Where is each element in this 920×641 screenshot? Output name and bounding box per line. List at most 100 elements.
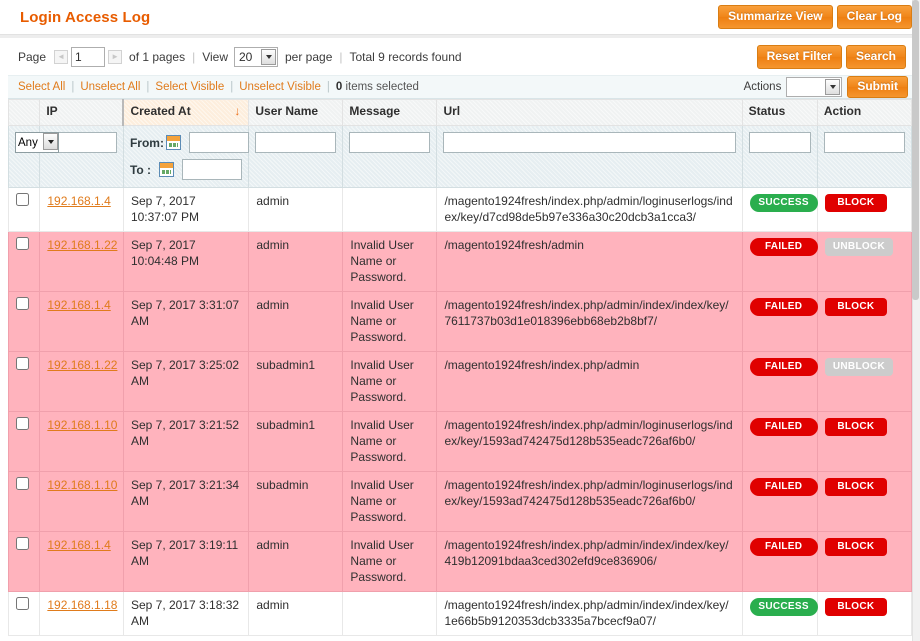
- row-message-cell: Invalid User Name or Password.: [343, 472, 437, 532]
- row-user-name-cell: admin: [249, 188, 343, 232]
- filter-action-input[interactable]: [824, 132, 905, 153]
- column-header-status[interactable]: Status: [742, 100, 817, 126]
- row-select-checkbox[interactable]: [16, 417, 29, 430]
- view-label: View: [202, 50, 228, 64]
- column-header-message[interactable]: Message: [343, 100, 437, 126]
- page-scrollbar[interactable]: [912, 0, 920, 641]
- status-badge: FAILED: [750, 298, 818, 316]
- items-selected-label: items selected: [345, 81, 419, 93]
- filter-status-input[interactable]: [749, 132, 811, 153]
- ip-link[interactable]: 192.168.1.4: [47, 194, 110, 208]
- row-select-checkbox[interactable]: [16, 193, 29, 206]
- select-visible-link[interactable]: Select Visible: [155, 81, 224, 93]
- total-records-label: Total 9 records found: [350, 50, 462, 64]
- massaction-separator-2: |: [146, 81, 149, 93]
- row-ip-cell: 192.168.1.22: [40, 352, 124, 412]
- ip-link[interactable]: 192.168.1.4: [47, 538, 110, 552]
- next-page-button[interactable]: ►: [108, 50, 122, 64]
- row-ip-cell: 192.168.1.18: [40, 592, 124, 636]
- previous-page-button[interactable]: ◄: [54, 50, 68, 64]
- page-label: Page: [18, 50, 46, 64]
- row-ip-cell: 192.168.1.4: [40, 292, 124, 352]
- column-header-created-at[interactable]: ↓Created At: [123, 100, 248, 126]
- row-select-checkbox[interactable]: [16, 537, 29, 550]
- clear-log-button[interactable]: Clear Log: [837, 5, 912, 29]
- filter-cell-status: [742, 126, 817, 188]
- block-button[interactable]: BLOCK: [825, 298, 887, 316]
- view-per-page-select[interactable]: 20: [234, 47, 278, 67]
- page-scrollbar-thumb[interactable]: [912, 0, 919, 300]
- row-select-checkbox[interactable]: [16, 297, 29, 310]
- column-header-action[interactable]: Action: [817, 100, 911, 126]
- unblock-button: UNBLOCK: [825, 238, 893, 256]
- row-url-cell: /magento1924fresh/index.php/admin/index/…: [437, 592, 742, 636]
- row-ip-cell: 192.168.1.4: [40, 188, 124, 232]
- calendar-icon[interactable]: [159, 162, 174, 177]
- row-action-cell: BLOCK: [817, 532, 911, 592]
- ip-link[interactable]: 192.168.1.18: [47, 598, 117, 612]
- any-select-wrapper: Any: [15, 132, 59, 153]
- filter-user-name-input[interactable]: [255, 132, 336, 153]
- filter-date-to-input[interactable]: [182, 159, 242, 180]
- page-input[interactable]: [71, 47, 105, 67]
- block-button[interactable]: BLOCK: [825, 598, 887, 616]
- table-header-row: IP ↓Created At User Name Message Url Sta…: [9, 100, 912, 126]
- table-row[interactable]: 192.168.1.4Sep 7, 2017 3:31:07 AMadminIn…: [9, 292, 912, 352]
- actions-select[interactable]: [786, 77, 842, 97]
- row-status-cell: SUCCESS: [742, 188, 817, 232]
- row-ip-cell: 192.168.1.4: [40, 532, 124, 592]
- unselect-all-link[interactable]: Unselect All: [80, 81, 140, 93]
- items-selected-count: 0: [336, 81, 342, 93]
- filter-cell-action: [817, 126, 911, 188]
- filter-date-to-row: To :: [130, 159, 242, 180]
- row-status-cell: FAILED: [742, 232, 817, 292]
- row-select-checkbox[interactable]: [16, 237, 29, 250]
- massaction-controls: Actions Submit: [744, 76, 908, 98]
- row-select-checkbox[interactable]: [16, 357, 29, 370]
- table-row[interactable]: 192.168.1.4Sep 7, 2017 3:19:11 AMadminIn…: [9, 532, 912, 592]
- row-checkbox-cell: [9, 532, 40, 592]
- block-button[interactable]: BLOCK: [825, 418, 887, 436]
- summarize-view-button[interactable]: Summarize View: [718, 5, 833, 29]
- row-message-cell: Invalid User Name or Password.: [343, 292, 437, 352]
- ip-link[interactable]: 192.168.1.4: [47, 298, 110, 312]
- block-button[interactable]: BLOCK: [825, 478, 887, 496]
- ip-link[interactable]: 192.168.1.22: [47, 238, 117, 252]
- row-checkbox-cell: [9, 472, 40, 532]
- search-button[interactable]: Search: [846, 45, 906, 69]
- status-badge: FAILED: [750, 238, 818, 256]
- massaction-any-select[interactable]: Any: [15, 132, 59, 153]
- filter-url-input[interactable]: [443, 132, 735, 153]
- ip-link[interactable]: 192.168.1.10: [47, 478, 117, 492]
- reset-filter-button[interactable]: Reset Filter: [757, 45, 842, 69]
- massaction-separator-1: |: [71, 81, 74, 93]
- ip-link[interactable]: 192.168.1.22: [47, 358, 117, 372]
- row-select-checkbox[interactable]: [16, 477, 29, 490]
- block-button[interactable]: BLOCK: [825, 194, 887, 212]
- table-head: IP ↓Created At User Name Message Url Sta…: [9, 100, 912, 188]
- table-row[interactable]: 192.168.1.10Sep 7, 2017 3:21:52 AMsubadm…: [9, 412, 912, 472]
- unselect-visible-link[interactable]: Unselect Visible: [239, 81, 321, 93]
- filter-to-label: To :: [130, 163, 157, 177]
- column-header-ip[interactable]: IP: [40, 100, 124, 126]
- view-select-wrapper: 20: [234, 47, 278, 67]
- table-row[interactable]: 192.168.1.22Sep 7, 2017 3:25:02 AMsubadm…: [9, 352, 912, 412]
- table-row[interactable]: 192.168.1.18Sep 7, 2017 3:18:32 AMadmin/…: [9, 592, 912, 636]
- submit-button[interactable]: Submit: [847, 76, 908, 98]
- column-header-url[interactable]: Url: [437, 100, 742, 126]
- ip-link[interactable]: 192.168.1.10: [47, 418, 117, 432]
- select-all-link[interactable]: Select All: [18, 81, 65, 93]
- table-row[interactable]: 192.168.1.10Sep 7, 2017 3:21:34 AMsubadm…: [9, 472, 912, 532]
- row-user-name-cell: admin: [249, 232, 343, 292]
- row-url-cell: /magento1924fresh/index.php/admin/index/…: [437, 292, 742, 352]
- table-row[interactable]: 192.168.1.22Sep 7, 2017 10:04:48 PMadmin…: [9, 232, 912, 292]
- row-select-checkbox[interactable]: [16, 597, 29, 610]
- filter-date-from-input[interactable]: [189, 132, 249, 153]
- filter-message-input[interactable]: [349, 132, 430, 153]
- table-body: 192.168.1.4Sep 7, 2017 10:37:07 PMadmin/…: [9, 188, 912, 636]
- column-header-user-name[interactable]: User Name: [249, 100, 343, 126]
- filter-cell-user-name: [249, 126, 343, 188]
- calendar-icon[interactable]: [166, 135, 181, 150]
- table-row[interactable]: 192.168.1.4Sep 7, 2017 10:37:07 PMadmin/…: [9, 188, 912, 232]
- block-button[interactable]: BLOCK: [825, 538, 887, 556]
